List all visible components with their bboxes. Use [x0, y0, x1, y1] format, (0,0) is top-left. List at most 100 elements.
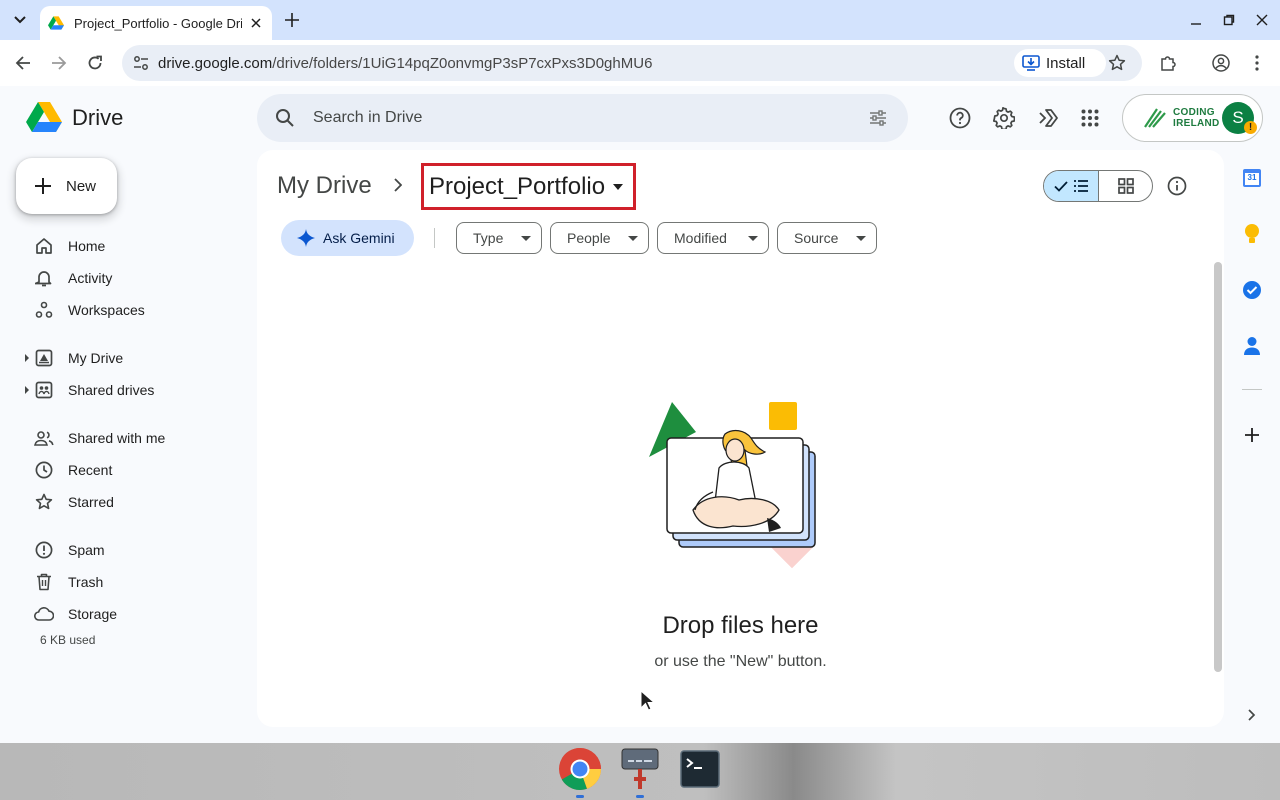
expand-caret-icon[interactable] [24, 354, 30, 362]
contacts-icon[interactable] [1240, 334, 1264, 358]
my-drive-icon [34, 348, 54, 368]
url-text[interactable]: drive.google.com/drive/folders/1UiG14pqZ… [158, 55, 652, 72]
tab-search-chevron-icon[interactable] [8, 8, 32, 32]
empty-state-title: Drop files here [662, 612, 819, 639]
minimize-icon[interactable] [1188, 12, 1204, 28]
sidebar-item-workspaces[interactable]: Workspaces [0, 294, 240, 326]
checkmark-icon [1054, 180, 1068, 192]
sidebar-item-label: Recent [68, 462, 113, 478]
view-toggle [1043, 170, 1153, 202]
details-info-icon[interactable] [1165, 174, 1189, 198]
sidebar-item-label: Shared with me [68, 430, 166, 446]
site-info-icon[interactable] [132, 54, 150, 72]
filter-divider [434, 228, 435, 248]
filter-type-chip[interactable]: Type [456, 222, 542, 254]
chrome-running-indicator [576, 795, 584, 798]
list-view-button[interactable] [1044, 171, 1099, 201]
breadcrumb-my-drive[interactable]: My Drive [277, 172, 372, 200]
terminal-app-icon[interactable] [678, 747, 722, 791]
sidebar-item-activity[interactable]: Activity [0, 262, 240, 294]
sidebar-item-spam[interactable]: Spam [0, 534, 240, 566]
tab-title: Project_Portfolio - Google Drive [74, 15, 242, 31]
close-window-icon[interactable] [1254, 12, 1270, 28]
apps-grid-icon[interactable] [1078, 106, 1102, 130]
sidebar-item-shared-with-me[interactable]: Shared with me [0, 422, 240, 454]
sidebar-item-label: Storage [68, 606, 118, 622]
new-button-label: New [66, 177, 97, 195]
filter-people-chip[interactable]: People [550, 222, 649, 254]
grid-view-button[interactable] [1099, 171, 1152, 201]
sidebar-item-label: Spam [68, 542, 105, 558]
address-bar[interactable]: drive.google.com/drive/folders/1UiG14pqZ… [122, 45, 1142, 81]
restore-icon[interactable] [1221, 12, 1237, 28]
storage-used-text: 6 KB used [40, 633, 96, 647]
gemini-extension-icon[interactable] [1036, 106, 1060, 130]
expand-caret-icon[interactable] [24, 386, 30, 394]
main-content-panel: My Drive Project_Portfolio Ask Gemini Ty… [257, 150, 1224, 727]
search-icon[interactable] [275, 108, 295, 128]
scrollbar[interactable] [1214, 262, 1222, 672]
empty-state-subtitle: or use the "New" button. [654, 653, 827, 670]
sidebar-item-home[interactable]: Home [0, 230, 240, 262]
sidebar-item-label: Starred [68, 494, 114, 510]
forward-icon[interactable] [47, 51, 71, 75]
folder-menu-caret-icon [613, 183, 624, 190]
sidebar-item-my-drive[interactable]: My Drive [0, 342, 240, 374]
workspace-app-icon[interactable] [618, 747, 662, 791]
sidebar-item-recent[interactable]: Recent [0, 454, 240, 486]
filter-source-chip[interactable]: Source [777, 222, 877, 254]
drive-logo-text[interactable]: Drive [72, 105, 123, 131]
org-name: CODING IRELAND [1173, 107, 1220, 129]
chrome-app-icon[interactable] [558, 747, 602, 791]
bell-icon [34, 268, 54, 288]
filter-label: Type [473, 230, 504, 246]
add-addon-plus-icon[interactable] [1240, 423, 1264, 447]
gemini-sparkle-icon [297, 229, 315, 247]
sidebar-item-label: My Drive [68, 350, 124, 366]
browser-menu-icon[interactable] [1247, 53, 1267, 73]
calendar-icon[interactable]: 31 [1240, 166, 1264, 190]
drive-logo-icon[interactable] [26, 101, 62, 133]
app-running-indicator [636, 795, 644, 798]
search-bar[interactable]: Search in Drive [257, 94, 908, 142]
settings-gear-icon[interactable] [992, 106, 1016, 130]
shared-drives-icon [34, 380, 54, 400]
url-path: /drive/folders/1UiG14pqZ0onvmgP3sP7cxPxs… [272, 55, 653, 72]
chevron-down-icon [856, 236, 866, 241]
sidebar-item-label: Workspaces [68, 302, 145, 318]
cloud-icon [34, 604, 54, 624]
ask-gemini-button[interactable]: Ask Gemini [281, 220, 414, 256]
chevron-down-icon [748, 236, 758, 241]
search-options-icon[interactable] [868, 108, 888, 128]
close-tab-icon[interactable] [248, 15, 264, 31]
chevron-down-icon [628, 236, 638, 241]
sidebar-item-label: Home [68, 238, 106, 254]
new-button[interactable]: New [16, 158, 117, 214]
star-icon [34, 492, 54, 512]
search-input[interactable]: Search in Drive [313, 109, 422, 127]
keep-icon[interactable] [1240, 222, 1264, 246]
sidebar-item-starred[interactable]: Starred [0, 486, 240, 518]
breadcrumb-current-folder[interactable]: Project_Portfolio [421, 163, 636, 210]
help-icon[interactable] [948, 106, 972, 130]
chevron-down-icon [521, 236, 531, 241]
extensions-icon[interactable] [1158, 53, 1178, 73]
tasks-icon[interactable] [1240, 278, 1264, 302]
browser-tab[interactable]: Project_Portfolio - Google Drive [40, 6, 272, 40]
install-app-button[interactable]: Install [1014, 49, 1106, 77]
browser-toolbar: drive.google.com/drive/folders/1UiG14pqZ… [0, 40, 1280, 86]
reload-icon[interactable] [83, 51, 107, 75]
profile-icon[interactable] [1211, 53, 1231, 73]
new-tab-icon[interactable] [282, 10, 302, 30]
bookmark-star-icon[interactable] [1108, 54, 1126, 72]
side-panel-divider [1242, 389, 1262, 390]
sidebar-item-storage[interactable]: Storage [0, 598, 240, 630]
filter-label: Modified [674, 230, 727, 246]
sidebar-item-trash[interactable]: Trash [0, 566, 240, 598]
empty-folder-illustration [649, 402, 816, 569]
hide-side-panel-chevron-icon[interactable] [1240, 703, 1264, 727]
back-icon[interactable] [11, 51, 35, 75]
sidebar-item-shared-drives[interactable]: Shared drives [0, 374, 240, 406]
account-switcher[interactable]: CODING IRELAND S ! [1122, 94, 1263, 142]
filter-modified-chip[interactable]: Modified [657, 222, 769, 254]
